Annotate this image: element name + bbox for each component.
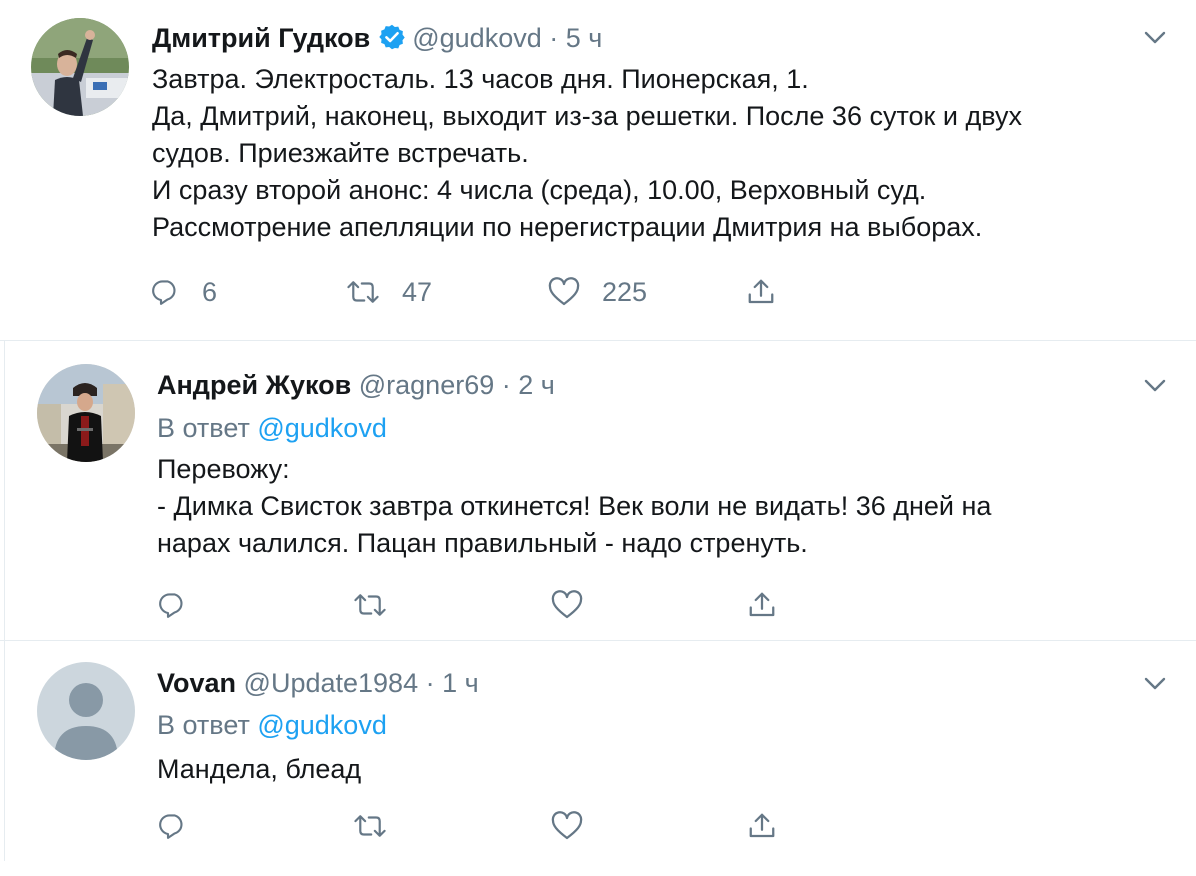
- tweet-text-line: судов. Приезжайте встречать.: [152, 138, 529, 168]
- tweet-text-line: И сразу второй анонс: 4 числа (среда), 1…: [152, 175, 927, 205]
- chevron-down-icon[interactable]: [1142, 24, 1168, 50]
- reply-icon: [157, 811, 187, 841]
- replying-mention-link[interactable]: @gudkovd: [257, 413, 387, 443]
- replying-to: В ответ @gudkovd: [157, 709, 387, 741]
- timestamp[interactable]: 5 ч: [566, 23, 603, 53]
- like-button[interactable]: [551, 806, 583, 846]
- tweet-text-line: нарах чалился. Пацан правильный - надо с…: [157, 528, 808, 558]
- separator: ·: [549, 23, 559, 53]
- reply-button[interactable]: 6: [150, 272, 217, 312]
- author-name[interactable]: Андрей Жуков: [157, 370, 351, 400]
- avatar[interactable]: [37, 364, 135, 462]
- tweet-text: Мандела, блеад: [157, 751, 361, 788]
- reply-count: 6: [202, 276, 218, 307]
- retweet-button[interactable]: 47: [346, 272, 432, 312]
- author-handle[interactable]: @ragner69: [359, 370, 495, 400]
- tweet-header: Дмитрий Гудков @gudkovd · 5 ч: [152, 22, 602, 58]
- separator: ·: [425, 668, 435, 698]
- tweet[interactable]: Дмитрий Гудков @gudkovd · 5 ч Завтра. Эле…: [0, 0, 1196, 340]
- retweet-icon: [346, 277, 380, 307]
- retweet-icon: [353, 590, 387, 620]
- like-icon: [551, 811, 583, 841]
- tweet-text-line: Рассмотрение апелляции по нерегистрации …: [152, 212, 983, 242]
- tweet-text-line: - Димка Свисток завтра откинется! Век во…: [157, 491, 992, 521]
- replying-mention-link[interactable]: @gudkovd: [257, 710, 387, 740]
- reply-button[interactable]: [157, 585, 187, 625]
- share-button[interactable]: [746, 272, 776, 312]
- share-button[interactable]: [747, 585, 777, 625]
- share-icon: [747, 811, 777, 841]
- author-handle[interactable]: @gudkovd: [412, 23, 542, 53]
- separator: ·: [501, 370, 511, 400]
- avatar[interactable]: [31, 18, 129, 116]
- chevron-down-icon[interactable]: [1142, 670, 1168, 696]
- like-button[interactable]: 225: [548, 272, 647, 312]
- author-name[interactable]: Vovan: [157, 668, 236, 698]
- like-button[interactable]: [551, 585, 583, 625]
- like-count: 225: [602, 276, 648, 307]
- tweet-actions: 6 47 225: [150, 272, 790, 312]
- retweet-button[interactable]: [353, 806, 387, 846]
- tweet-text-line: Завтра. Электросталь. 13 часов дня. Пион…: [152, 64, 809, 94]
- avatar[interactable]: [37, 662, 135, 760]
- verified-badge-icon: [378, 23, 406, 58]
- tweet-actions: [157, 585, 797, 625]
- like-icon: [548, 277, 580, 307]
- share-button[interactable]: [747, 806, 777, 846]
- retweet-button[interactable]: [353, 585, 387, 625]
- tweet[interactable]: Андрей Жуков @ragner69 · 2 ч В ответ @gu…: [0, 341, 1196, 639]
- tweet-header: Андрей Жуков @ragner69 · 2 ч: [157, 369, 555, 401]
- reply-icon: [150, 277, 180, 307]
- reply-button[interactable]: [157, 806, 187, 846]
- replying-label: В ответ: [157, 413, 250, 443]
- replying-to: В ответ @gudkovd: [157, 412, 387, 444]
- tweet-header: Vovan @Update1984 · 1 ч: [157, 667, 479, 699]
- tweet-text: Перевожу: - Димка Свисток завтра откинет…: [157, 451, 991, 562]
- share-icon: [746, 277, 776, 307]
- reply-icon: [157, 590, 187, 620]
- like-icon: [551, 590, 583, 620]
- retweet-icon: [353, 811, 387, 841]
- tweet[interactable]: Vovan @Update1984 · 1 ч В ответ @gudkovd…: [0, 640, 1196, 876]
- tweet-actions: [157, 806, 797, 846]
- retweet-count: 47: [402, 276, 433, 307]
- author-name[interactable]: Дмитрий Гудков: [152, 23, 370, 53]
- tweet-text-line: Мандела, блеад: [157, 754, 362, 784]
- author-handle[interactable]: @Update1984: [244, 668, 419, 698]
- chevron-down-icon[interactable]: [1142, 372, 1168, 398]
- timestamp[interactable]: 2 ч: [518, 370, 555, 400]
- timestamp[interactable]: 1 ч: [442, 668, 479, 698]
- replying-label: В ответ: [157, 710, 250, 740]
- tweet-text-line: Перевожу:: [157, 454, 290, 484]
- share-icon: [747, 590, 777, 620]
- tweet-text-line: Да, Дмитрий, наконец, выходит из-за реше…: [152, 101, 1022, 131]
- tweet-text: Завтра. Электросталь. 13 часов дня. Пион…: [152, 61, 1022, 246]
